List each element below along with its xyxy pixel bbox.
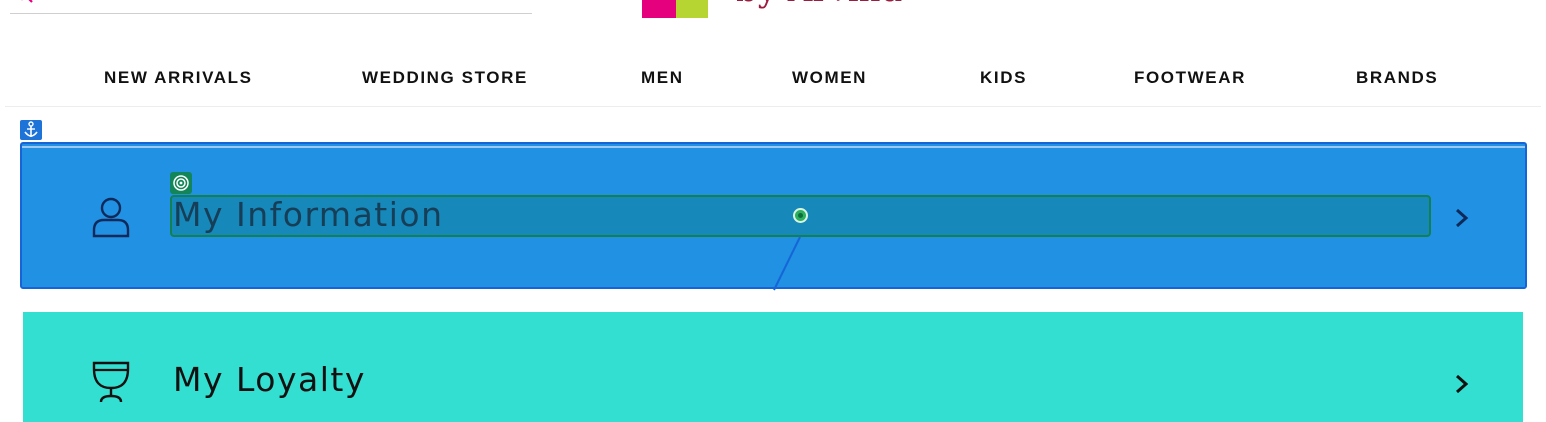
nav-men[interactable]: MEN <box>641 68 684 88</box>
user-icon <box>92 197 130 238</box>
nav-new-arrivals[interactable]: NEW ARRIVALS <box>104 68 253 88</box>
row-top-highlight <box>22 146 1525 148</box>
logo-mark-pink <box>642 0 676 18</box>
anchor-badge <box>20 120 42 140</box>
search-bar[interactable] <box>10 0 532 14</box>
target-badge <box>170 172 192 194</box>
heart-icon[interactable] <box>1356 0 1376 8</box>
bag-icon[interactable] <box>1416 0 1436 8</box>
nav-kids[interactable]: KIDS <box>980 68 1027 88</box>
header-actions <box>1350 0 1500 12</box>
main-nav: NEW ARRIVALS WEDDING STORE MEN WOMEN KID… <box>5 54 1541 107</box>
target-icon <box>173 175 189 191</box>
chevron-right-icon[interactable] <box>1453 373 1471 395</box>
trophy-icon <box>92 361 130 403</box>
logo-mark-green <box>676 0 708 18</box>
user-icon[interactable] <box>1468 0 1488 8</box>
row-label-my-information[interactable]: My Information <box>173 195 444 234</box>
nav-footwear[interactable]: FOOTWEAR <box>1134 68 1246 88</box>
anchor-icon <box>24 121 38 137</box>
logo[interactable]: by Arvind <box>642 0 906 22</box>
search-icon[interactable] <box>12 0 34 10</box>
row-label-my-loyalty[interactable]: My Loyalty <box>173 360 366 399</box>
chevron-right-icon[interactable] <box>1453 207 1471 229</box>
nav-wedding-store[interactable]: WEDDING STORE <box>362 68 528 88</box>
search-input[interactable] <box>60 0 524 4</box>
logo-tagline: by Arvind <box>736 0 902 10</box>
nav-brands[interactable]: BRANDS <box>1356 68 1438 88</box>
nav-women[interactable]: WOMEN <box>792 68 867 88</box>
cursor-marker <box>793 208 808 223</box>
